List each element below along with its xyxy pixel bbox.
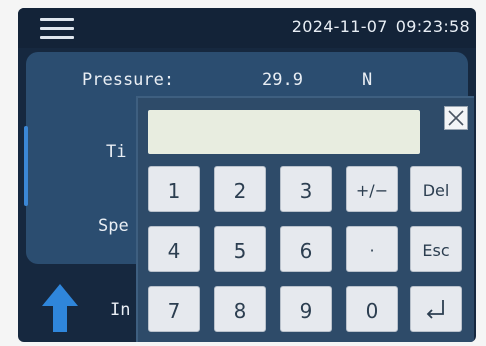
key-0[interactable]: 0 [346, 286, 398, 332]
key-5[interactable]: 5 [214, 226, 266, 272]
delete-key[interactable]: Del [410, 166, 462, 212]
time-text: 09:23:58 [395, 17, 470, 36]
touch-screen: 2024-11-07 09:23:58 Pressure: 29.9 N Ti S… [18, 8, 476, 342]
decimal-point-key[interactable]: · [346, 226, 398, 272]
hamburger-menu-icon[interactable] [40, 18, 74, 40]
speed-label: Spe [98, 216, 129, 236]
top-bar: 2024-11-07 09:23:58 [18, 8, 476, 48]
pressure-label: Pressure: [82, 70, 175, 90]
key-8[interactable]: 8 [214, 286, 266, 332]
device-bezel: 2024-11-07 09:23:58 Pressure: 29.9 N Ti S… [0, 0, 486, 346]
close-keypad-button[interactable] [444, 106, 468, 130]
key-4[interactable]: 4 [148, 226, 200, 272]
key-1[interactable]: 1 [148, 166, 200, 212]
time-label: Ti [106, 142, 127, 162]
plus-minus-key[interactable]: +/− [346, 166, 398, 212]
key-7[interactable]: 7 [148, 286, 200, 332]
key-6[interactable]: 6 [280, 226, 332, 272]
close-icon [448, 110, 464, 126]
numeric-keypad: 1 2 3 +/− Del 4 5 6 · Esc 7 8 9 0 [136, 96, 474, 342]
keypad-display [148, 110, 420, 154]
arrow-up-icon[interactable] [40, 282, 80, 334]
interval-label: In [110, 300, 131, 320]
date-text: 2024-11-07 [291, 17, 388, 36]
key-2[interactable]: 2 [214, 166, 266, 212]
key-9[interactable]: 9 [280, 286, 332, 332]
enter-return-icon [426, 300, 444, 319]
pressure-unit: N [362, 70, 373, 90]
key-3[interactable]: 3 [280, 166, 332, 212]
datetime-display: 2024-11-07 09:23:58 [292, 17, 470, 36]
escape-key[interactable]: Esc [410, 226, 462, 272]
enter-key[interactable] [410, 286, 462, 332]
side-scroll-indicator [24, 126, 28, 206]
pressure-value[interactable]: 29.9 [262, 70, 303, 90]
